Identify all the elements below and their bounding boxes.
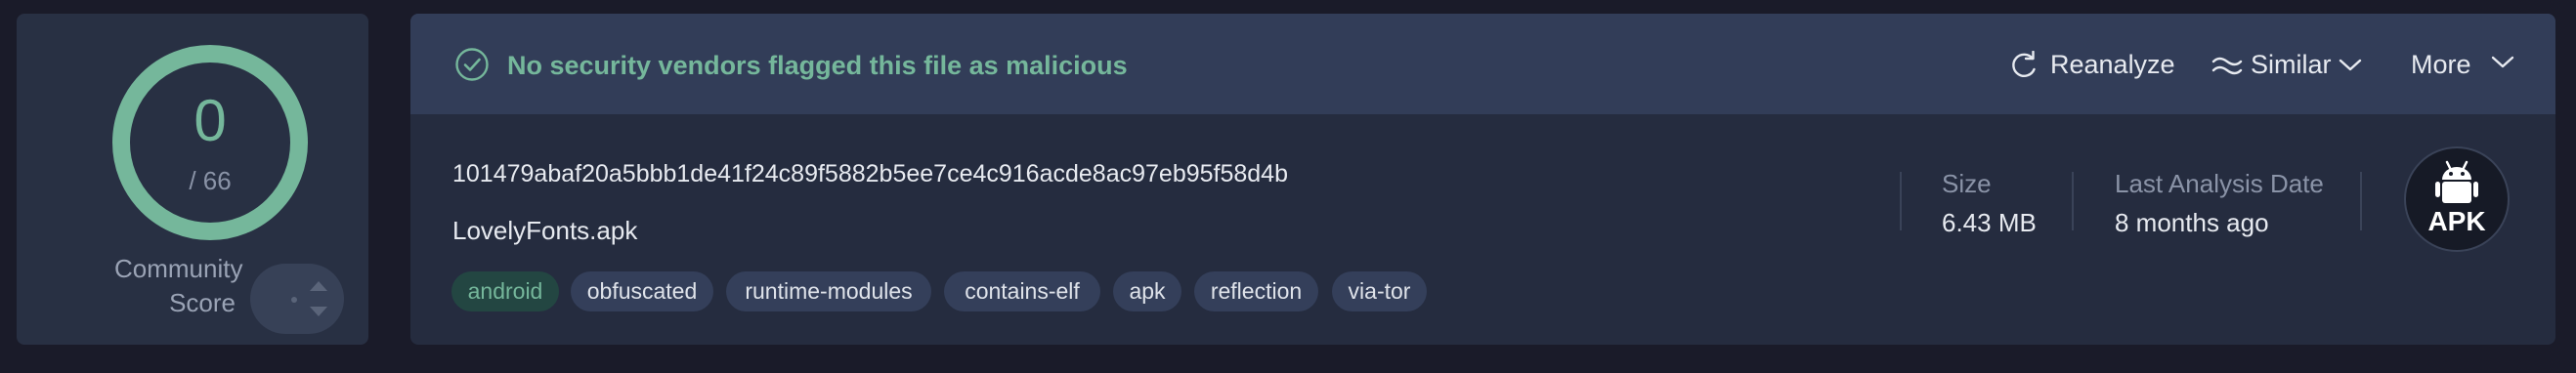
filetype-badge: APK bbox=[2404, 146, 2510, 252]
size-label: Size bbox=[1942, 169, 1992, 198]
last-analysis-value: 8 months ago bbox=[2115, 208, 2269, 237]
tag-runtime-modules[interactable]: runtime-modules bbox=[726, 271, 931, 311]
tag-apk[interactable]: apk bbox=[1113, 271, 1181, 311]
tag-contains-elf[interactable]: contains-elf bbox=[944, 271, 1100, 311]
community-score-label: Community Score bbox=[114, 254, 243, 317]
tag-obfuscated[interactable]: obfuscated bbox=[571, 271, 713, 311]
reanalyze-label: Reanalyze bbox=[2050, 50, 2175, 79]
tag-android[interactable]: android bbox=[451, 271, 559, 311]
file-name: LovelyFonts.apk bbox=[452, 216, 638, 245]
chevron-down-icon bbox=[2339, 59, 2362, 71]
more-label: More bbox=[2411, 50, 2471, 79]
similar-dropdown[interactable]: Similar bbox=[2211, 47, 2368, 82]
file-report-card: No security vendors flagged this file as… bbox=[410, 14, 2555, 345]
tag-reflection[interactable]: reflection bbox=[1194, 271, 1318, 311]
verdict-banner: No security vendors flagged this file as… bbox=[410, 14, 2555, 114]
meta-divider bbox=[2360, 172, 2362, 230]
downvote-arrow-icon[interactable] bbox=[310, 307, 327, 316]
filetype-label: APK bbox=[2427, 206, 2486, 236]
detection-count: 0 bbox=[193, 88, 227, 153]
chevron-down-icon bbox=[2491, 56, 2514, 68]
reanalyze-button[interactable]: Reanalyze bbox=[2009, 47, 2175, 82]
community-vote-widget[interactable] bbox=[250, 264, 344, 334]
verdict-message: No security vendors flagged this file as… bbox=[507, 51, 1128, 80]
refresh-icon bbox=[2012, 51, 2036, 77]
tag-via-tor[interactable]: via-tor bbox=[1332, 271, 1427, 311]
upvote-arrow-icon[interactable] bbox=[310, 281, 327, 291]
more-dropdown[interactable]: More bbox=[2411, 47, 2528, 82]
meta-divider bbox=[1900, 172, 1902, 230]
size-value: 6.43 MB bbox=[1942, 208, 2037, 237]
android-icon bbox=[2435, 160, 2478, 203]
similar-waves-icon bbox=[2211, 57, 2243, 75]
check-circle-icon bbox=[455, 48, 489, 81]
file-hash[interactable]: 101479abaf20a5bbb1de41f24c89f5882b5ee7ce… bbox=[452, 158, 1288, 189]
meta-divider bbox=[2072, 172, 2074, 230]
last-analysis-label: Last Analysis Date bbox=[2115, 169, 2324, 198]
vote-indicator-dot bbox=[291, 297, 297, 303]
detection-score-card: 0 / 66 Community Score bbox=[17, 14, 368, 345]
similar-label: Similar bbox=[2251, 50, 2332, 79]
engine-total: / 66 bbox=[189, 166, 232, 195]
detection-gauge: 0 / 66 bbox=[110, 43, 310, 242]
